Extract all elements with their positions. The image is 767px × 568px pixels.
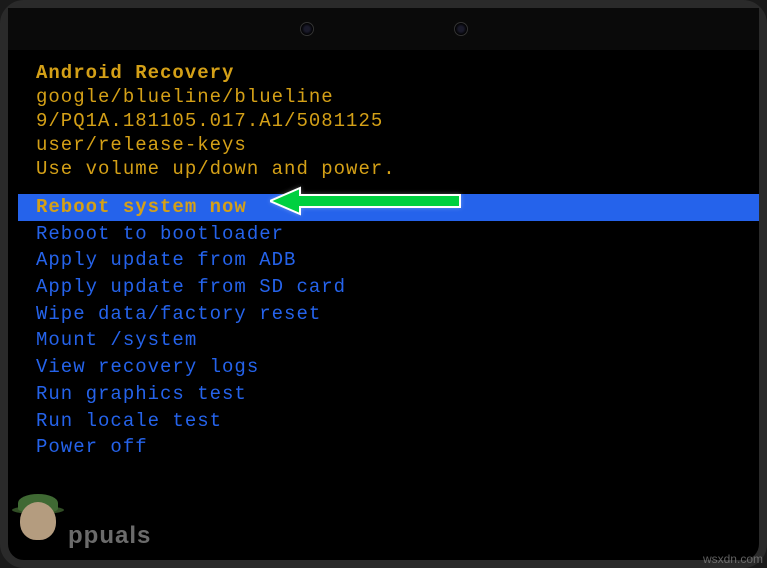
menu-graphics-test[interactable]: Run graphics test <box>36 381 749 408</box>
keys-info: user/release-keys <box>36 134 749 156</box>
build-info: 9/PQ1A.181105.017.A1/5081125 <box>36 110 749 132</box>
watermark-logo <box>4 492 76 564</box>
menu-wipe-data[interactable]: Wipe data/factory reset <box>36 301 749 328</box>
menu-mount-system[interactable]: Mount /system <box>36 327 749 354</box>
menu-recovery-logs[interactable]: View recovery logs <box>36 354 749 381</box>
menu-apply-adb[interactable]: Apply update from ADB <box>36 247 749 274</box>
device-info: google/blueline/blueline <box>36 86 749 108</box>
menu-locale-test[interactable]: Run locale test <box>36 408 749 435</box>
menu-apply-sdcard[interactable]: Apply update from SD card <box>36 274 749 301</box>
camera-sensor-left <box>300 22 314 36</box>
menu-reboot-system[interactable]: Reboot system now <box>18 194 759 221</box>
phone-bezel <box>8 8 759 50</box>
recovery-header: Android Recovery google/blueline/bluelin… <box>36 62 749 180</box>
watermark-brand: ppuals <box>68 522 151 550</box>
watermark-source: wsxdn.com <box>703 552 763 566</box>
phone-frame: Android Recovery google/blueline/bluelin… <box>0 0 767 568</box>
menu-power-off[interactable]: Power off <box>36 434 749 461</box>
menu-reboot-bootloader[interactable]: Reboot to bootloader <box>36 221 749 248</box>
camera-sensor-right <box>454 22 468 36</box>
recovery-menu: Reboot system now Reboot to bootloader A… <box>36 194 749 461</box>
recovery-screen: Android Recovery google/blueline/bluelin… <box>18 50 749 550</box>
recovery-title: Android Recovery <box>36 62 749 84</box>
nav-instruction: Use volume up/down and power. <box>36 158 749 180</box>
